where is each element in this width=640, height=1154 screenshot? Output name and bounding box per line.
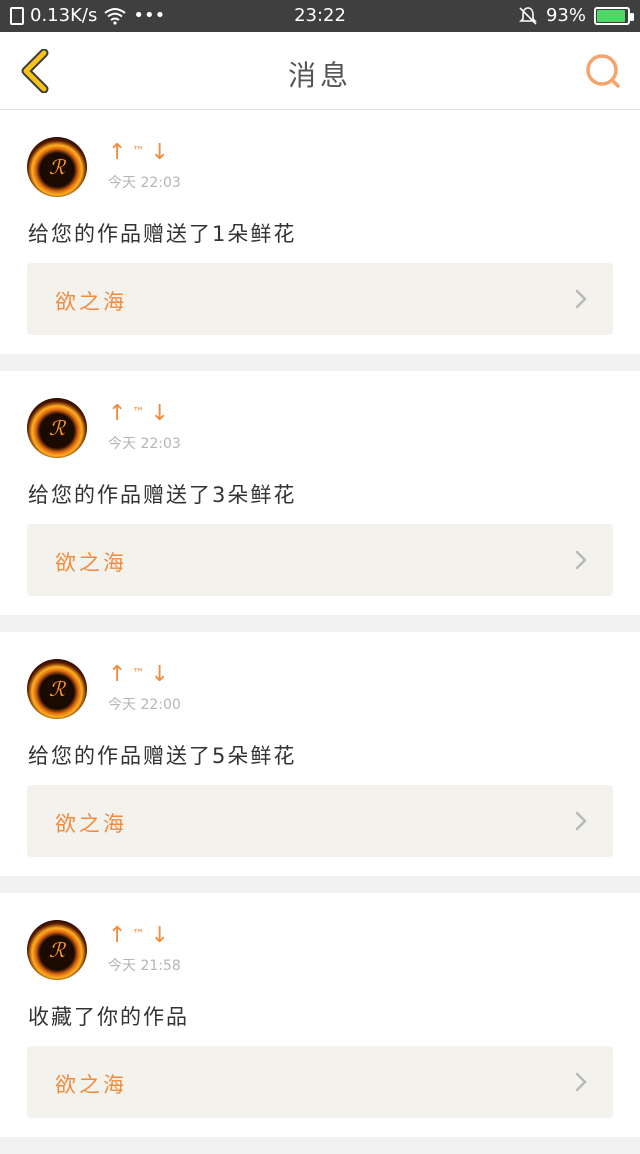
work-link[interactable]: 欲之海 — [27, 524, 613, 596]
username-left: ↑ — [108, 923, 129, 948]
username-left: ↑ — [108, 662, 129, 687]
message-time: 今天 21:58 — [108, 958, 181, 974]
username-right: ↓ — [150, 401, 171, 426]
work-link[interactable]: 欲之海 — [27, 1046, 613, 1118]
message-text: 给您的作品赠送了1朵鲜花 — [28, 222, 297, 246]
avatar[interactable]: ℛ — [27, 920, 87, 980]
username-right: ↓ — [150, 140, 171, 165]
chevron-right-icon — [575, 550, 587, 570]
username[interactable]: ↑ ™ ↓ — [108, 401, 171, 426]
top-bar: 消息 — [0, 32, 640, 110]
username-left: ↑ — [108, 140, 129, 165]
avatar[interactable]: ℛ — [27, 398, 87, 458]
message-time: 今天 22:03 — [108, 175, 181, 191]
username-tm: ™ — [132, 144, 147, 158]
chevron-right-icon — [575, 811, 587, 831]
avatar-glyph: ℛ — [49, 938, 65, 962]
username-tm: ™ — [132, 666, 147, 680]
silent-bell-icon — [519, 6, 537, 25]
page-title: 消息 — [287, 59, 352, 92]
message-list: ℛ ↑ ™ ↓ 今天 22:03 给您的作品赠送了1朵鲜花 欲之海 ℛ ↑ ™ ↓ 今天… — [0, 110, 640, 1154]
username-tm: ™ — [132, 405, 147, 419]
work-title: 欲之海 — [55, 290, 127, 314]
message-item: ℛ ↑ ™ ↓ 今天 22:03 给您的作品赠送了3朵鲜花 欲之海 — [0, 371, 640, 615]
battery-icon — [594, 6, 634, 25]
search-icon[interactable] — [582, 50, 624, 92]
message-text: 给您的作品赠送了5朵鲜花 — [28, 744, 297, 768]
avatar[interactable]: ℛ — [27, 137, 87, 197]
avatar-glyph: ℛ — [49, 416, 65, 440]
username-right: ↓ — [150, 923, 171, 948]
message-time: 今天 22:03 — [108, 436, 181, 452]
work-title: 欲之海 — [55, 812, 127, 836]
work-link[interactable]: 欲之海 — [27, 785, 613, 857]
username[interactable]: ↑ ™ ↓ — [108, 923, 171, 948]
status-bar: 0.13K/s ••• 23:22 93% — [0, 0, 640, 32]
work-title: 欲之海 — [55, 551, 127, 575]
chevron-right-icon — [575, 289, 587, 309]
message-time: 今天 22:00 — [108, 697, 181, 713]
username-right: ↓ — [150, 662, 171, 687]
chevron-right-icon — [575, 1072, 587, 1092]
username-left: ↑ — [108, 401, 129, 426]
message-item: ℛ ↑ ™ ↓ 今天 22:00 给您的作品赠送了5朵鲜花 欲之海 — [0, 632, 640, 876]
battery-percent: 93% — [545, 5, 586, 26]
work-link[interactable]: 欲之海 — [27, 263, 613, 335]
message-text: 给您的作品赠送了3朵鲜花 — [28, 483, 297, 507]
username-tm: ™ — [132, 927, 147, 941]
message-text: 收藏了你的作品 — [28, 1005, 189, 1029]
status-right: 93% — [518, 5, 634, 26]
avatar-glyph: ℛ — [49, 677, 65, 701]
username[interactable]: ↑ ™ ↓ — [108, 140, 171, 165]
message-item: ℛ ↑ ™ ↓ 今天 21:58 收藏了你的作品 欲之海 — [0, 893, 640, 1137]
username[interactable]: ↑ ™ ↓ — [108, 662, 171, 687]
work-title: 欲之海 — [55, 1073, 127, 1097]
avatar[interactable]: ℛ — [27, 659, 87, 719]
message-item: ℛ ↑ ™ ↓ 今天 22:03 给您的作品赠送了1朵鲜花 欲之海 — [0, 110, 640, 354]
avatar-glyph: ℛ — [49, 155, 65, 179]
